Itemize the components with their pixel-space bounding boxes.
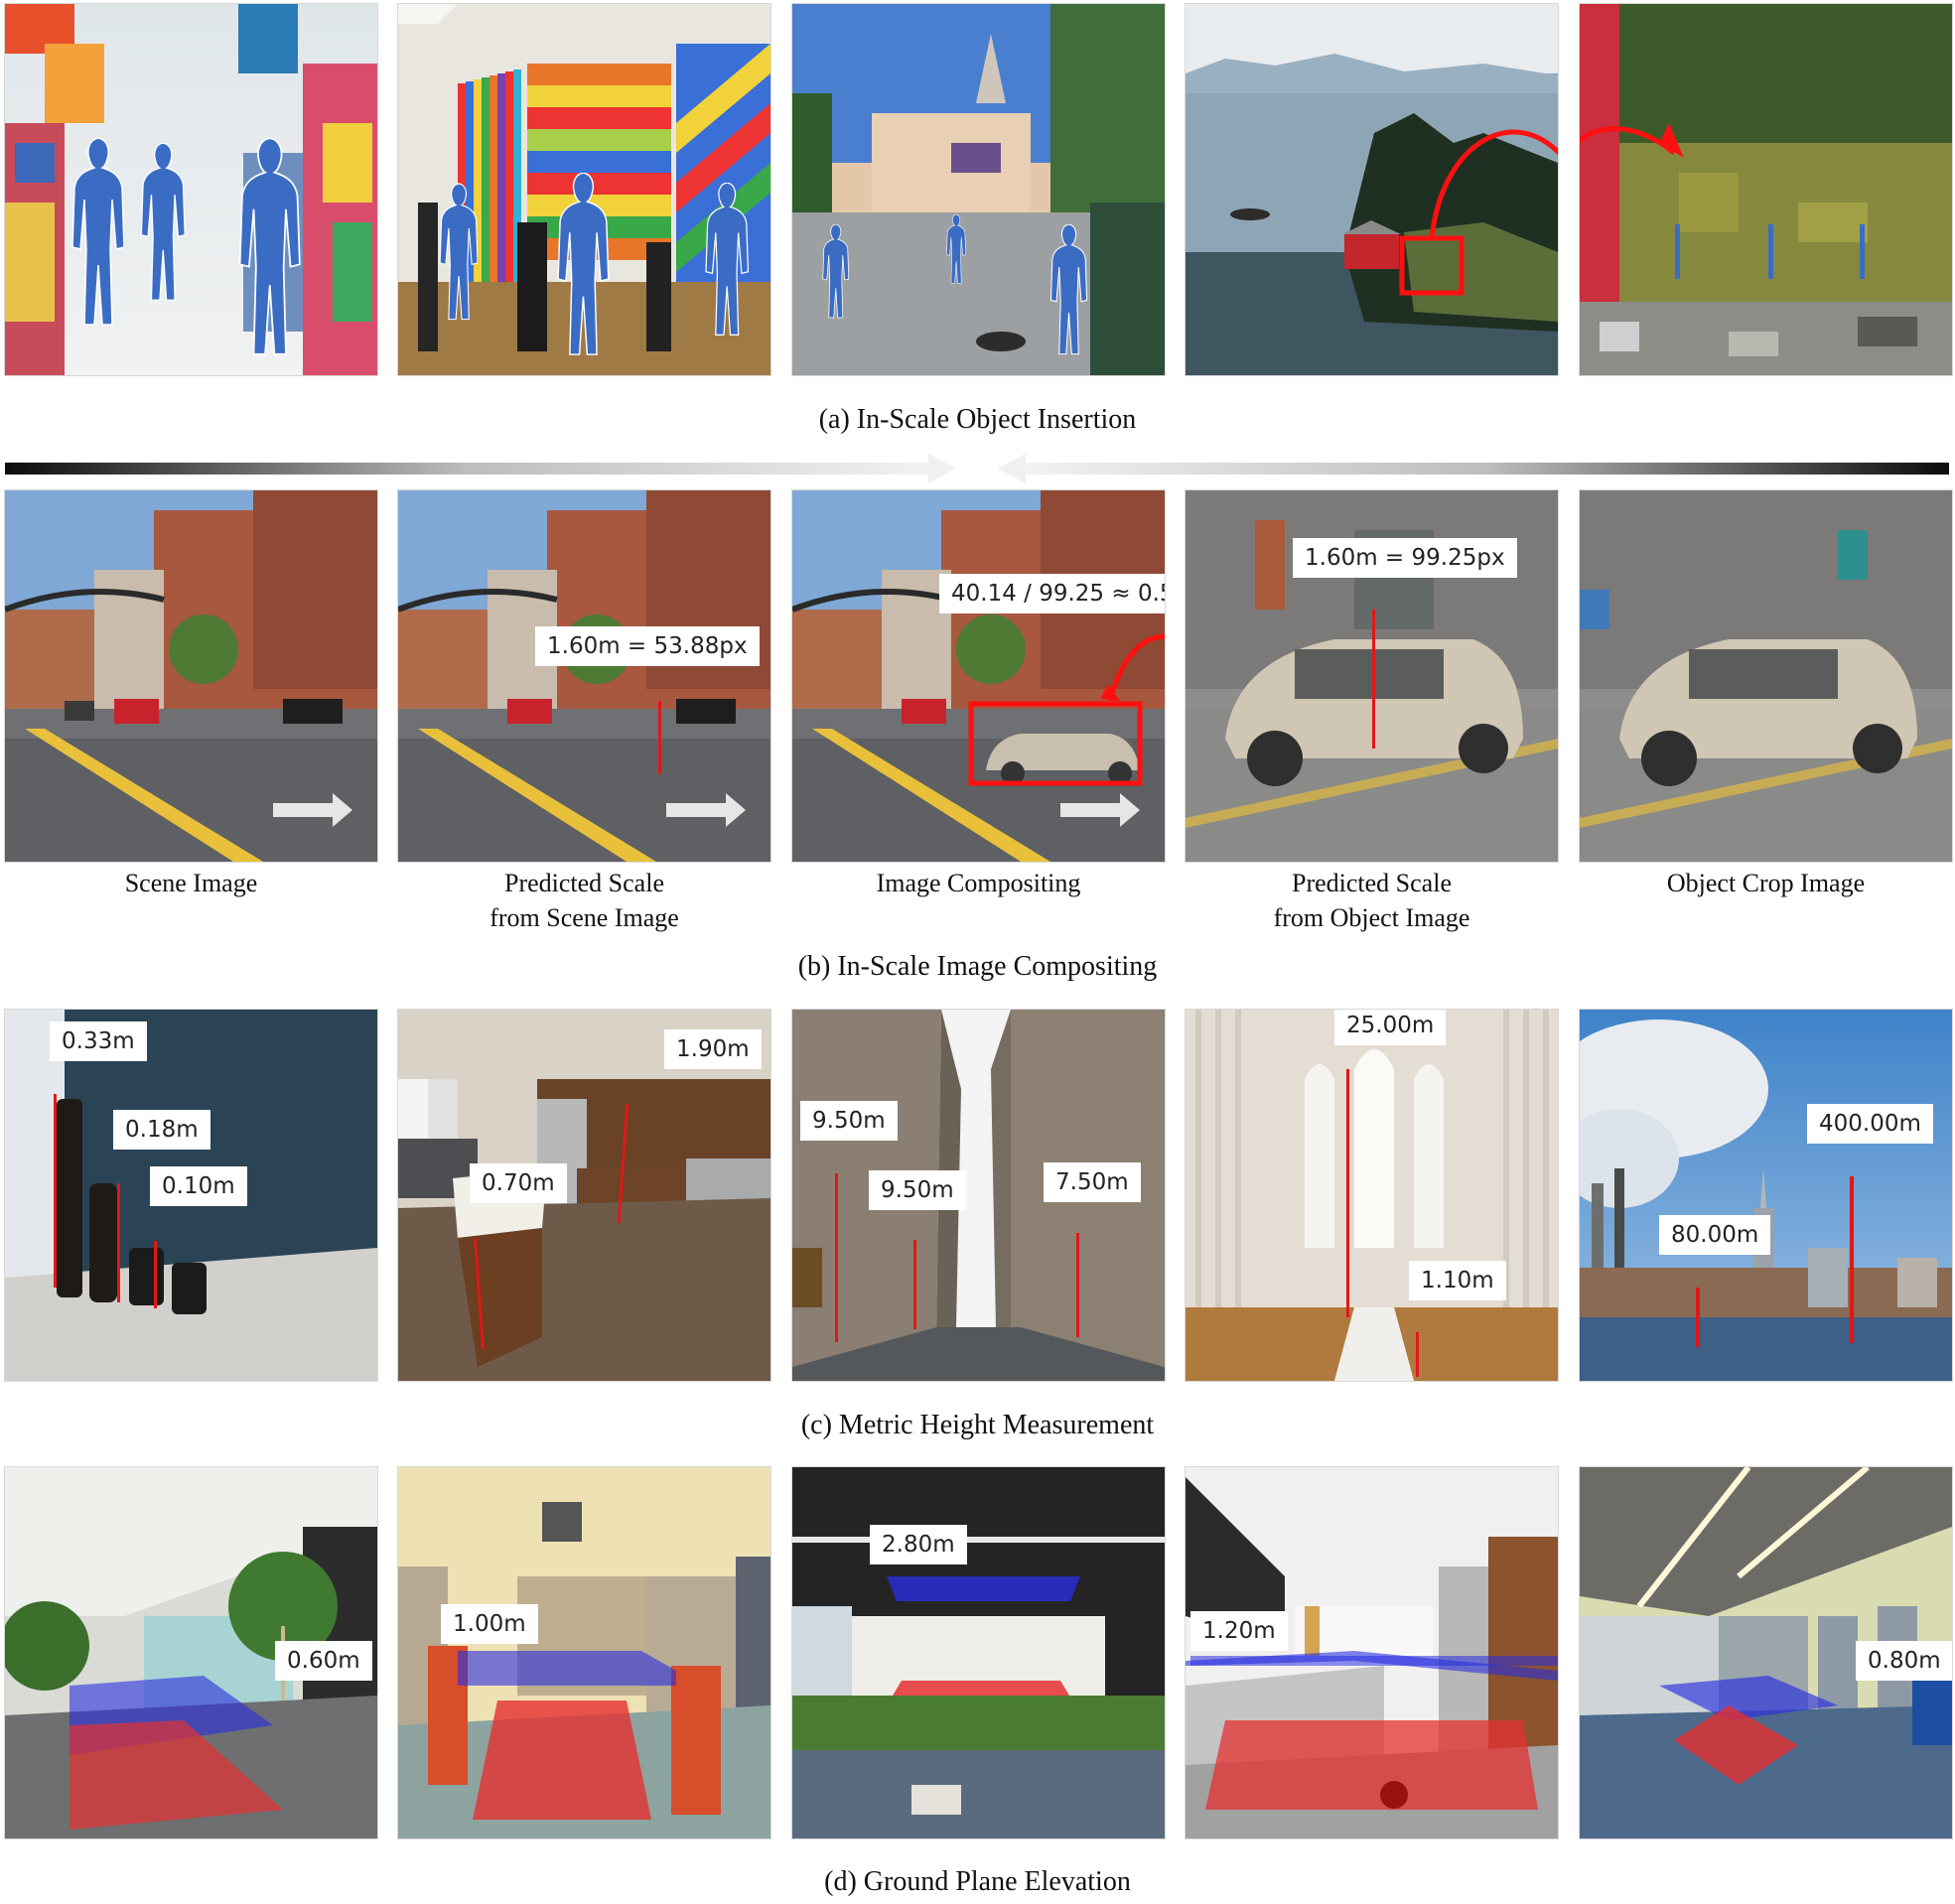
- row-d-panel-living-room: 1.20m: [1186, 1467, 1558, 1838]
- human-silhouette-icon: [946, 214, 966, 284]
- height-label: 25.00m: [1334, 1010, 1447, 1045]
- elevation-label: 0.60m: [275, 1641, 372, 1681]
- scale-measure-line: [658, 701, 661, 774]
- row-c-caption: (c) Metric Height Measurement: [800, 1410, 1155, 1440]
- row-c-panel-skyline: 400.00m 80.00m: [1580, 1010, 1952, 1381]
- label-line: Predicted Scale: [1292, 869, 1452, 897]
- height-measure-line: [1416, 1332, 1419, 1377]
- height-measure-line: [913, 1240, 916, 1329]
- row-b-label-3: Image Compositing: [792, 866, 1165, 900]
- row-b-panel-object-crop: [1580, 490, 1952, 862]
- elevation-label: 1.20m: [1190, 1611, 1288, 1651]
- height-measure-line: [117, 1183, 120, 1302]
- elevation-label: 1.00m: [441, 1604, 538, 1644]
- human-silhouette-icon: [140, 143, 186, 301]
- row-d-panel-open-office: 2.80m: [792, 1467, 1165, 1838]
- human-silhouette-icon: [705, 183, 750, 336]
- height-measure-line: [1696, 1288, 1700, 1347]
- row-b-label-4: Predicted Scale from Object Image: [1186, 866, 1558, 935]
- row-d-caption: (d) Ground Plane Elevation: [824, 1866, 1131, 1897]
- scale-annotation: 1.60m = 53.88px: [535, 626, 760, 666]
- height-measure-line: [1346, 1069, 1349, 1317]
- elevation-label: 2.80m: [870, 1525, 967, 1564]
- label-line: Predicted Scale: [504, 869, 664, 897]
- human-silhouette-icon: [439, 183, 478, 321]
- human-silhouette-icon: [1049, 224, 1088, 355]
- scale-measure-line: [1372, 610, 1375, 748]
- human-silhouette-icon: [71, 138, 124, 326]
- row-a-panel-zoom-crop: [1580, 4, 1952, 375]
- label-line: from Object Image: [1273, 903, 1470, 932]
- height-measure-line: [835, 1173, 838, 1342]
- height-label: 0.70m: [470, 1163, 567, 1203]
- height-measure-line: [1850, 1176, 1854, 1343]
- height-measure-line: [1076, 1233, 1079, 1337]
- row-c-panel-kitchen: 1.90m 0.70m: [398, 1010, 770, 1381]
- height-label: 0.10m: [150, 1166, 247, 1206]
- human-silhouette-icon: [238, 138, 301, 355]
- row-b-panel-predicted-object-scale: 1.60m = 99.25px: [1186, 490, 1558, 862]
- row-a-panel-plaza: [792, 4, 1165, 375]
- row-b-panel-compositing: 40.14 / 99.25 ≈ 0.54 times: [792, 490, 1165, 862]
- row-b-label-1: Scene Image: [5, 866, 377, 900]
- row-b-panel-scene: [5, 490, 377, 862]
- direction-arrows-bar: [5, 454, 1949, 483]
- height-measure-line: [154, 1241, 157, 1308]
- height-label: 1.10m: [1409, 1261, 1506, 1300]
- row-a-panel-supermarket: [5, 4, 377, 375]
- row-b-caption: (b) In-Scale Image Compositing: [797, 951, 1158, 982]
- row-d-panel-corridor: 0.60m: [5, 1467, 377, 1838]
- height-label: 9.50m: [800, 1101, 898, 1141]
- ratio-annotation: 40.14 / 99.25 ≈ 0.54 times: [939, 574, 1165, 613]
- height-label: 9.50m: [869, 1170, 966, 1210]
- label-line: from Scene Image: [489, 903, 679, 932]
- height-label: 0.18m: [113, 1110, 210, 1150]
- row-c-panel-cathedral: 25.00m 1.10m: [1186, 1010, 1558, 1381]
- row-b-label-5: Object Crop Image: [1580, 866, 1952, 900]
- height-label: 0.33m: [50, 1021, 147, 1061]
- human-silhouette-icon: [822, 224, 850, 319]
- human-silhouette-icon: [557, 173, 610, 355]
- row-a-panel-lake: [1186, 4, 1558, 375]
- row-c-panel-bottles: 0.33m 0.18m 0.10m: [5, 1010, 377, 1381]
- height-label: 1.90m: [664, 1029, 762, 1069]
- height-measure-line: [54, 1094, 57, 1288]
- height-label: 7.50m: [1044, 1162, 1141, 1202]
- row-d-panel-library: 0.80m: [1580, 1467, 1952, 1838]
- label-line: Scene Image: [124, 869, 258, 897]
- scale-annotation: 1.60m = 99.25px: [1293, 538, 1517, 578]
- height-label: 80.00m: [1659, 1215, 1771, 1255]
- arrow-right-icon: [5, 454, 956, 483]
- row-c-panel-street: 9.50m 9.50m 7.50m: [792, 1010, 1165, 1381]
- arrow-left-icon: [998, 454, 1949, 483]
- label-line: Image Compositing: [876, 869, 1081, 897]
- row-b-panel-predicted-scene-scale: 1.60m = 53.88px: [398, 490, 770, 862]
- elevation-label: 0.80m: [1856, 1641, 1952, 1681]
- row-a-panel-gallery: [398, 4, 770, 375]
- row-a-caption: (a) In-Scale Object Insertion: [818, 404, 1137, 435]
- row-b-label-2: Predicted Scale from Scene Image: [398, 866, 770, 935]
- height-label: 400.00m: [1807, 1104, 1933, 1144]
- row-d-panel-workroom: 1.00m: [398, 1467, 770, 1838]
- label-line: Object Crop Image: [1666, 869, 1866, 897]
